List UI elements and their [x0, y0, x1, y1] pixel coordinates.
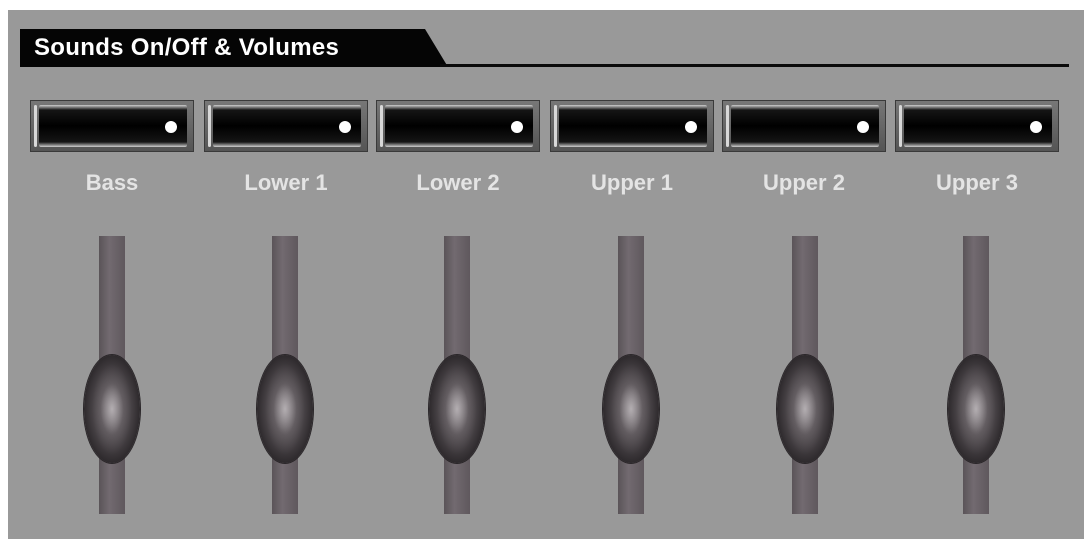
volume-slider-lower-1[interactable] [255, 236, 315, 516]
switch-end-cap [899, 105, 902, 147]
switch-end-cap [34, 105, 37, 147]
volume-slider-upper-2[interactable] [775, 236, 835, 516]
toggle-switch-lower-2[interactable] [376, 100, 540, 152]
slider-knob[interactable] [777, 355, 833, 463]
panel-title: Sounds On/Off & Volumes [34, 34, 340, 61]
volume-slider-upper-3[interactable] [946, 236, 1006, 516]
volume-slider-upper-1[interactable] [601, 236, 661, 516]
toggle-switch-bass[interactable] [30, 100, 194, 152]
slider-knob[interactable] [948, 355, 1004, 463]
switch-end-cap [726, 105, 729, 147]
channel-label-upper-2: Upper 2 [763, 170, 845, 195]
channel-label-upper-1: Upper 1 [591, 170, 673, 195]
channel-label-upper-3: Upper 3 [936, 170, 1018, 195]
channel-label-bass: Bass [85, 170, 139, 195]
header-divider [440, 64, 1069, 67]
channel-label-lower-1: Lower 1 [244, 170, 328, 195]
panel-header-tab: Sounds On/Off & Volumes [20, 29, 450, 67]
slider-knob[interactable] [257, 355, 313, 463]
toggle-switch-upper-2[interactable] [722, 100, 886, 152]
toggle-switch-upper-1[interactable] [550, 100, 714, 152]
volume-slider-lower-2[interactable] [427, 236, 487, 516]
switch-end-cap [380, 105, 383, 147]
slider-knob[interactable] [603, 355, 659, 463]
channel-label-lower-2: Lower 2 [416, 170, 500, 195]
switch-on-indicator [339, 121, 351, 133]
switch-on-indicator [1030, 121, 1042, 133]
slider-knob[interactable] [84, 355, 140, 463]
sounds-panel [8, 10, 1084, 539]
switch-on-indicator [511, 121, 523, 133]
slider-knob[interactable] [429, 355, 485, 463]
switch-end-cap [554, 105, 557, 147]
switch-on-indicator [685, 121, 697, 133]
switch-on-indicator [165, 121, 177, 133]
switch-on-indicator [857, 121, 869, 133]
toggle-switch-lower-1[interactable] [204, 100, 368, 152]
toggle-switch-upper-3[interactable] [895, 100, 1059, 152]
switch-end-cap [208, 105, 211, 147]
volume-slider-bass[interactable] [82, 236, 142, 516]
